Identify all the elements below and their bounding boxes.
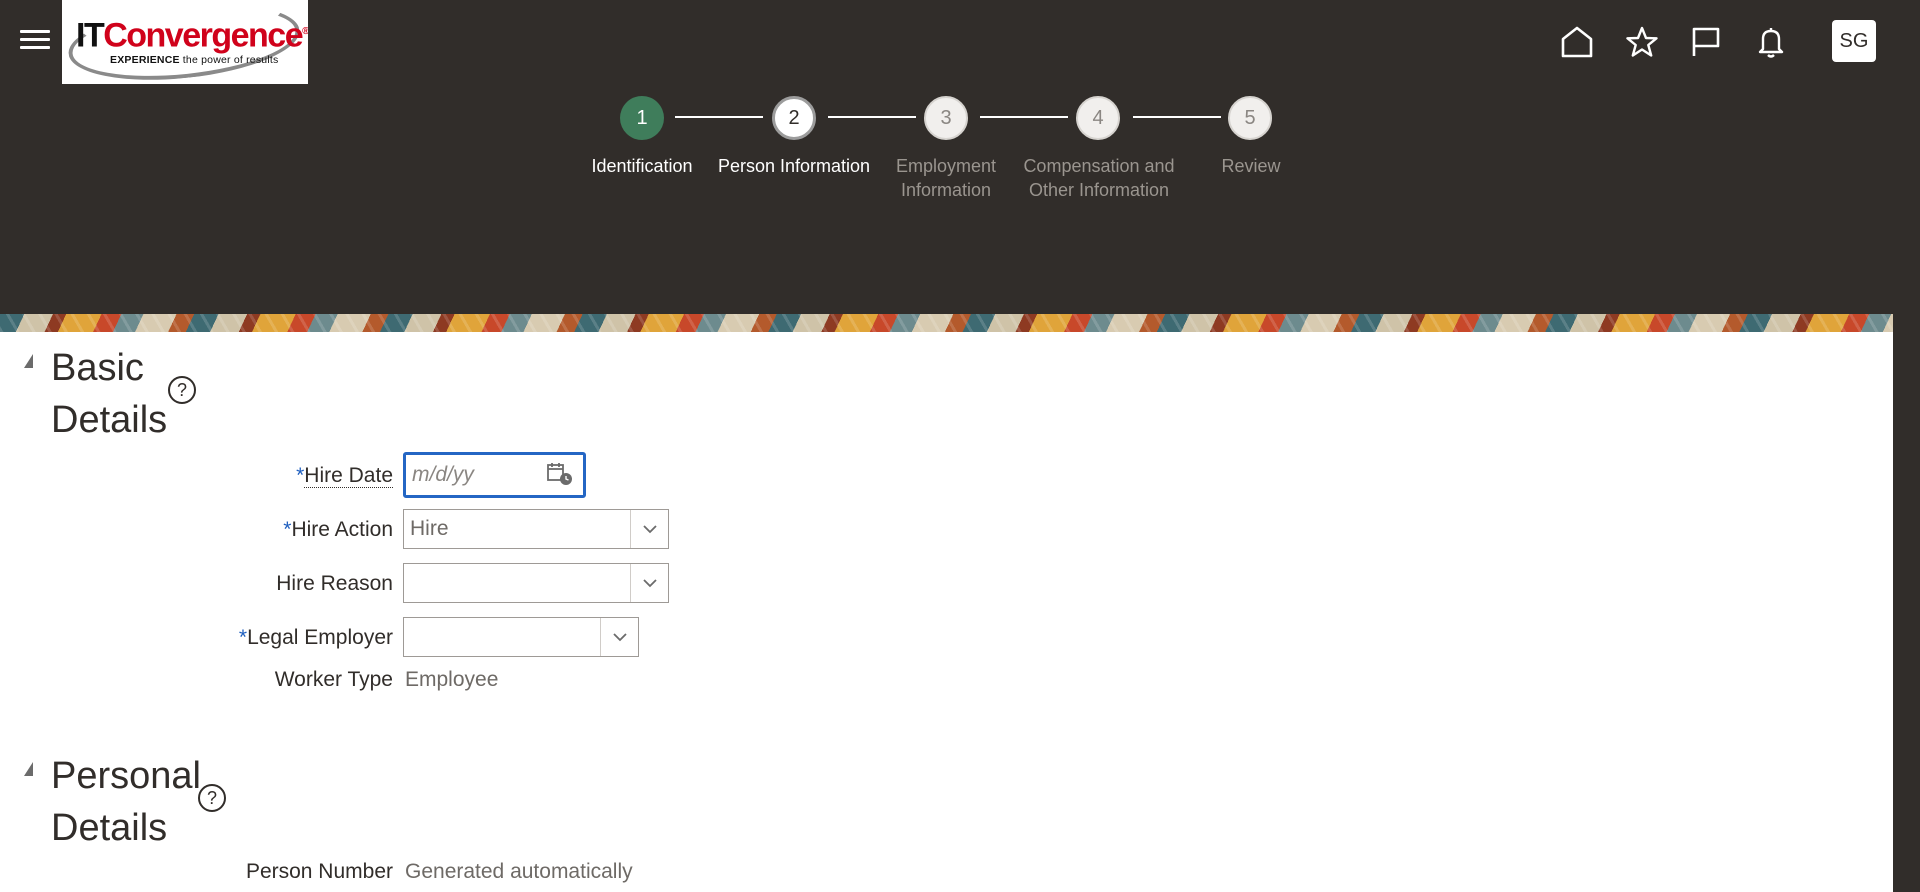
chevron-down-icon[interactable]: [630, 510, 668, 548]
train-connector: [675, 116, 763, 118]
personal-details-collapse-icon[interactable]: [24, 762, 33, 776]
main-content: Basic Details ? *Hire Date m/d/yy *Hire …: [0, 332, 1893, 892]
logo-tagline-bold: EXPERIENCE: [110, 54, 180, 66]
notifications-icon[interactable]: [1751, 20, 1791, 64]
personal-details-help-icon[interactable]: ?: [198, 784, 226, 812]
legal-employer-label-text: Legal Employer: [247, 626, 393, 649]
chevron-down-icon[interactable]: [600, 618, 638, 656]
logo-brand-it: IT: [76, 16, 105, 55]
favorites-icon[interactable]: [1622, 20, 1662, 64]
train-connector: [1133, 116, 1221, 118]
train-step-3-label[interactable]: Employment Information: [861, 154, 1031, 202]
logo-brand-rest: Convergence: [103, 16, 303, 55]
train-connector: [980, 116, 1068, 118]
person-number-value: Generated automatically: [405, 860, 633, 883]
personal-details-title: Personal Details: [51, 755, 201, 849]
logo-brand: ITConvergence®: [76, 14, 308, 53]
worker-type-label-text: Worker Type: [274, 668, 393, 691]
person-number-label: Person Number: [246, 860, 393, 884]
logo-tagline-rest: the power of results: [179, 54, 279, 66]
required-marker: *: [238, 626, 248, 649]
hire-action-label: *Hire Action: [283, 518, 393, 542]
train-step-4-label[interactable]: Compensation and Other Information: [1013, 154, 1185, 202]
hire-date-input[interactable]: m/d/yy: [403, 452, 586, 498]
hire-date-placeholder: m/d/yy: [412, 463, 474, 486]
person-number-label-text: Person Number: [245, 860, 393, 883]
legal-employer-label: *Legal Employer: [239, 626, 393, 650]
hire-reason-label-text: Hire Reason: [276, 572, 393, 595]
flag-icon[interactable]: [1686, 20, 1726, 64]
train-step-2[interactable]: 2: [772, 96, 816, 140]
process-train: 1 2 3 4 5 Identification Person Informat…: [0, 96, 1920, 216]
logo-trademark: ®: [302, 26, 308, 37]
train-step-1[interactable]: 1: [620, 96, 664, 140]
menu-icon[interactable]: [20, 26, 50, 56]
train-step-5[interactable]: 5: [1228, 96, 1272, 140]
train-connector: [828, 116, 916, 118]
worker-type-value: Employee: [405, 668, 499, 691]
user-avatar[interactable]: SG: [1832, 20, 1876, 62]
logo-tagline: EXPERIENCE the power of results: [110, 54, 278, 66]
train-step-5-label[interactable]: Review: [1166, 154, 1336, 178]
hire-date-label: *Hire Date: [296, 464, 393, 488]
legal-employer-select[interactable]: [403, 617, 639, 657]
hire-action-value: Hire: [410, 517, 449, 540]
hire-action-select[interactable]: Hire: [403, 509, 669, 549]
basic-details-collapse-icon[interactable]: [24, 354, 33, 368]
hire-reason-select[interactable]: [403, 563, 669, 603]
train-step-2-label[interactable]: Person Information: [709, 154, 879, 178]
worker-type-label: Worker Type: [275, 668, 393, 692]
train-step-4[interactable]: 4: [1076, 96, 1120, 140]
hire-action-label-text: Hire Action: [291, 518, 393, 541]
global-header: ITConvergence® EXPERIENCE the power of r…: [0, 0, 1920, 314]
hire-reason-label: Hire Reason: [276, 572, 393, 596]
basic-details-help-icon[interactable]: ?: [168, 376, 196, 404]
calendar-icon[interactable]: [547, 462, 573, 486]
train-step-3[interactable]: 3: [924, 96, 968, 140]
company-logo[interactable]: ITConvergence® EXPERIENCE the power of r…: [62, 0, 308, 84]
decorative-banner: [0, 314, 1893, 332]
chevron-down-icon[interactable]: [630, 564, 668, 602]
hire-date-label-text: Hire Date: [304, 464, 393, 488]
train-step-1-label[interactable]: Identification: [557, 154, 727, 178]
page-scrollbar[interactable]: [1893, 314, 1920, 892]
home-icon[interactable]: [1557, 20, 1597, 64]
